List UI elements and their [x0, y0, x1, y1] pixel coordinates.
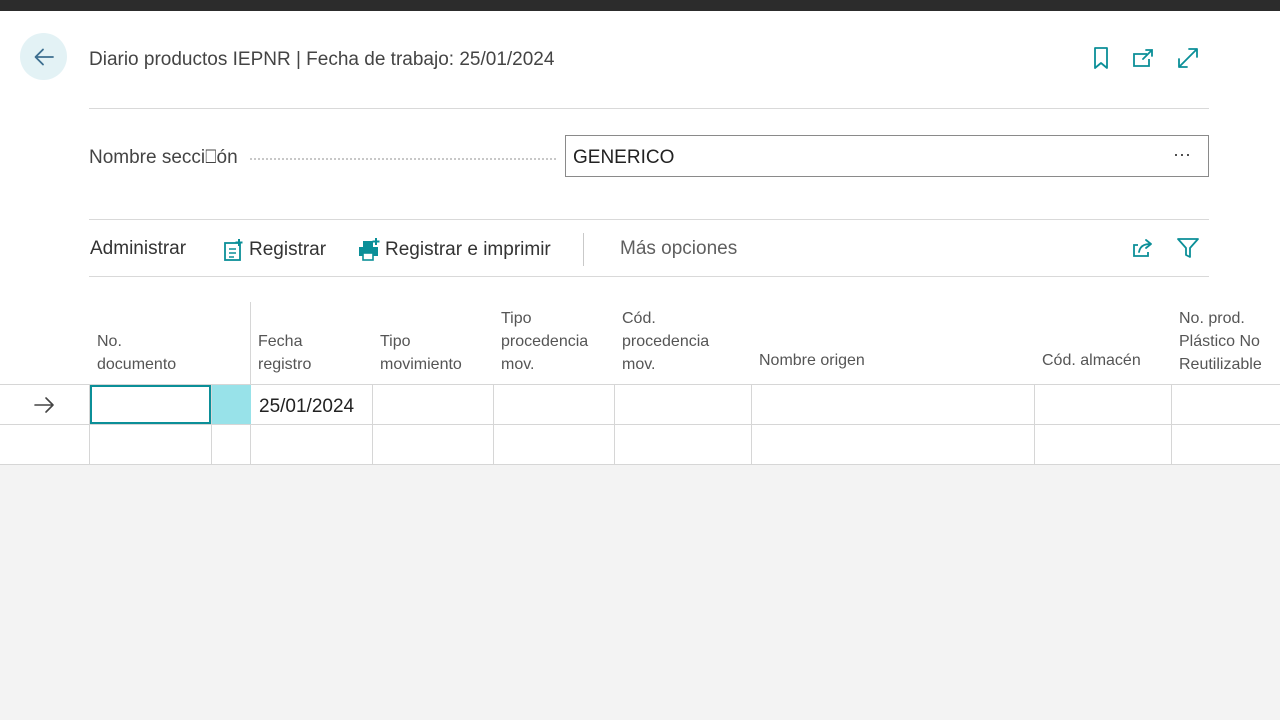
column-header-tipo-movimiento[interactable]: Tipo movimiento [380, 307, 462, 376]
field-leader-dots [250, 158, 556, 160]
column-header-tipo-procedencia[interactable]: Tipo procedencia mov. [501, 307, 588, 376]
page-title: Diario productos IEPNR | Fecha de trabaj… [89, 49, 555, 70]
no-documento-input[interactable] [90, 385, 211, 424]
back-button[interactable] [20, 33, 67, 80]
column-divider [372, 384, 373, 464]
registrar-label: Registrar [249, 239, 327, 260]
column-header-nombre-origen[interactable]: Nombre origen [759, 307, 865, 372]
header-divider [89, 108, 1209, 109]
fecha-registro-cell[interactable]: 25/01/2024 [259, 396, 354, 418]
back-arrow-icon [34, 48, 54, 65]
bookmark-button[interactable] [1088, 45, 1114, 71]
section-name-value: GENERICO [573, 147, 675, 168]
column-header-cod-almacen[interactable]: Cód. almacén [1042, 307, 1141, 372]
column-divider [493, 384, 494, 464]
action-divider [89, 276, 1209, 277]
post-icon [224, 239, 243, 261]
field-divider [89, 219, 1209, 220]
column-header-no-documento[interactable]: No. documento [97, 307, 176, 376]
column-divider [1171, 384, 1172, 464]
window-top-bar [0, 0, 1280, 11]
registrar-action[interactable]: Registrar [223, 238, 326, 262]
administrar-action[interactable]: Administrar [90, 238, 186, 260]
section-lookup-button[interactable]: ⋯ [1173, 145, 1192, 166]
filter-button[interactable] [1175, 235, 1201, 261]
column-header-fecha-registro[interactable]: Fecha registro [258, 307, 311, 376]
filter-icon [1177, 238, 1199, 258]
column-divider [1034, 384, 1035, 464]
open-new-window-button[interactable] [1130, 45, 1156, 71]
section-name-field[interactable]: GENERICO ⋯ [565, 135, 1209, 177]
section-name-label: Nombre secci⎕ón [89, 147, 238, 168]
column-divider [614, 384, 615, 464]
column-header-cod-procedencia[interactable]: Cód. procedencia mov. [622, 307, 709, 376]
expand-button[interactable] [1175, 45, 1201, 71]
row-divider [0, 424, 1280, 425]
header-column-divider [250, 302, 251, 384]
administrar-label: Administrar [90, 238, 187, 259]
mas-opciones-label: Más opciones [620, 238, 738, 259]
registrar-imprimir-action[interactable]: Registrar e imprimir [357, 238, 551, 262]
share-button[interactable] [1130, 235, 1156, 261]
registrar-imprimir-label: Registrar e imprimir [385, 239, 551, 260]
column-header-no-prod-plastico[interactable]: No. prod. Plástico No Reutilizable [1179, 307, 1262, 376]
open-new-window-icon [1133, 49, 1153, 67]
action-separator [583, 233, 584, 266]
column-divider [751, 384, 752, 464]
share-icon [1133, 239, 1152, 257]
bookmark-icon [1094, 47, 1108, 69]
row-selection-marker[interactable] [212, 385, 251, 424]
current-row-arrow-icon [34, 397, 54, 413]
row-divider [0, 464, 1280, 465]
post-print-icon [359, 238, 380, 261]
expand-icon [1178, 48, 1198, 68]
mas-opciones-action[interactable]: Más opciones [620, 238, 737, 260]
